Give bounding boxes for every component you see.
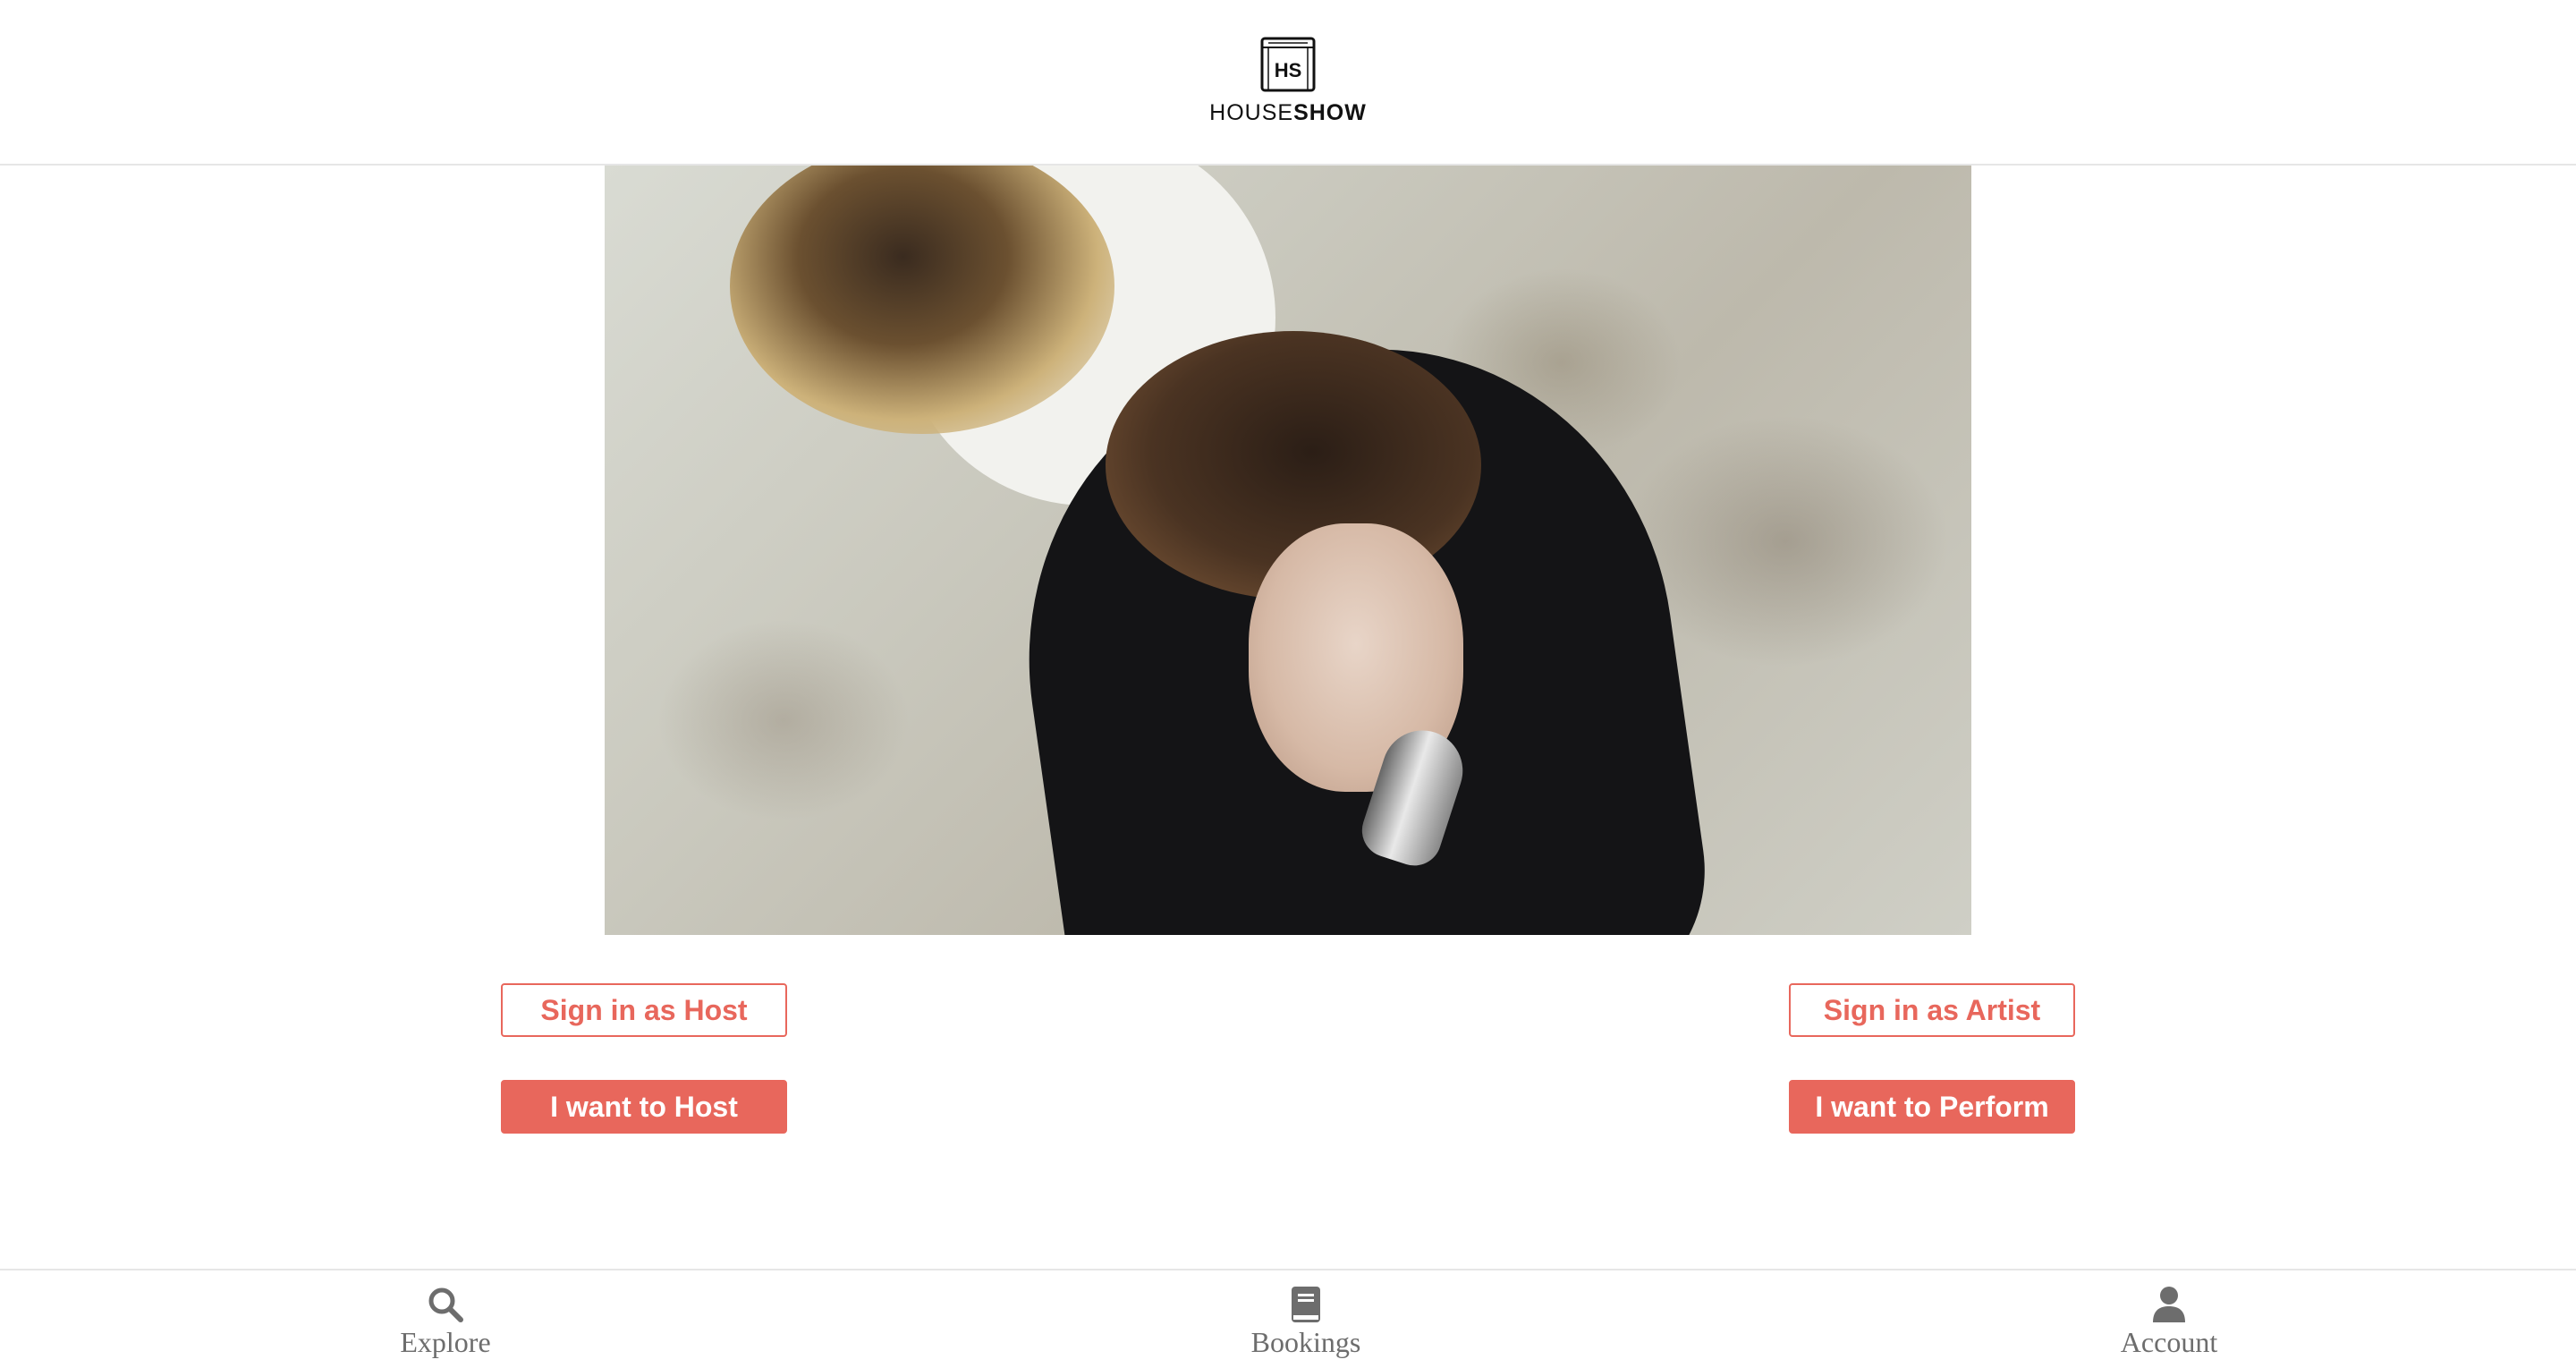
bottom-navigation: Explore Bookings Account (0, 1269, 2576, 1368)
houseshow-logo[interactable]: HS HOUSESHOW (1208, 36, 1368, 129)
nav-explore-label: Explore (400, 1326, 491, 1358)
book-icon (1292, 1287, 1320, 1322)
nav-account-label: Account (2120, 1326, 2218, 1358)
nav-explore[interactable]: Explore (356, 1285, 535, 1359)
search-icon (428, 1287, 463, 1322)
sign-in-artist-button[interactable]: Sign in as Artist (1789, 983, 2075, 1037)
logo-wordmark: HOUSESHOW (1208, 100, 1368, 126)
nav-bookings-label: Bookings (1250, 1326, 1361, 1358)
logo-text-light: HOUSE (1209, 100, 1294, 125)
user-icon (2153, 1287, 2185, 1322)
nav-bookings[interactable]: Bookings (1216, 1285, 1395, 1359)
hero-image (605, 166, 1971, 935)
want-to-perform-button[interactable]: I want to Perform (1789, 1080, 2075, 1134)
logo-mark-icon: HS (1260, 37, 1316, 92)
sign-in-host-button[interactable]: Sign in as Host (501, 983, 787, 1037)
want-to-host-button[interactable]: I want to Host (501, 1080, 787, 1134)
svg-text:HS: HS (1275, 59, 1302, 81)
app-header: HS HOUSESHOW (0, 0, 2576, 166)
nav-account[interactable]: Account (2080, 1285, 2258, 1359)
logo-text-bold: SHOW (1293, 100, 1367, 125)
